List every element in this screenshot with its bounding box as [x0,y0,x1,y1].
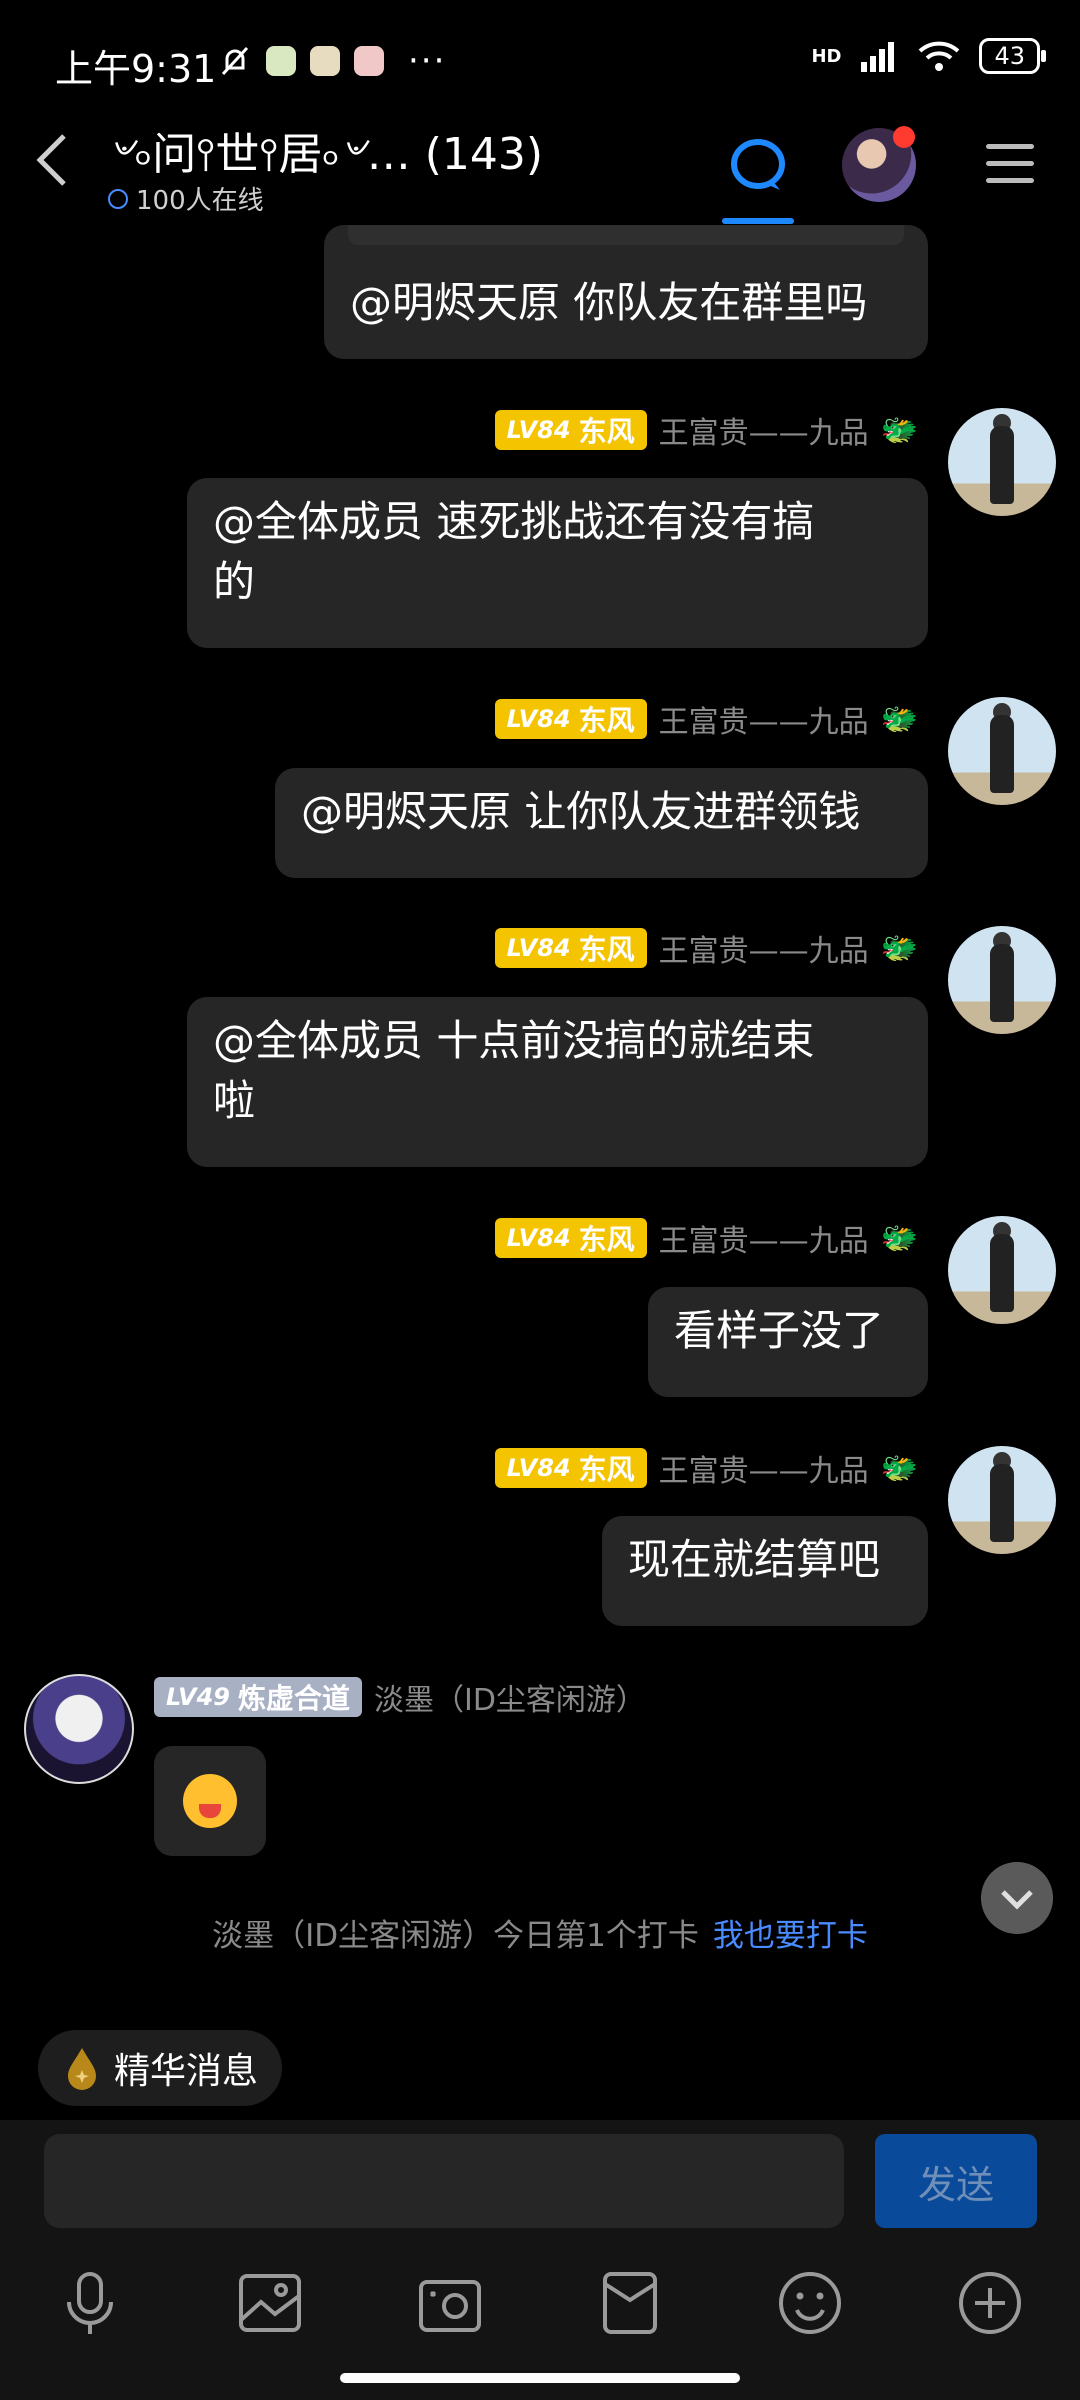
message-text-line: @全体成员 十点前没搞的就结束 [213,1016,815,1065]
sender-meta: LV49 炼虚合道 淡墨（ID尘客闲游） [154,1675,646,1719]
level-badge: LV49 炼虚合道 [154,1677,362,1717]
sender-avatar[interactable] [24,1674,134,1784]
dragon-badge-icon: 🐲 [880,412,918,448]
chat-tab-icon[interactable] [722,130,794,220]
emoji-icon[interactable] [775,2268,845,2338]
dragon-badge-icon: 🐲 [880,1220,918,1256]
message-text-line: @全体成员 速死挑战还有没有搞 [213,497,815,546]
drop-icon [68,2048,96,2090]
online-label: 100人在线 [136,186,264,216]
level-badge: LV84 东风 [494,1218,647,1258]
red-app-icon [354,46,384,76]
battery-indicator: 43 [979,38,1046,74]
sender-name[interactable]: 淡墨（ID尘客闲游） [374,1675,646,1719]
checkin-text: 淡墨（ID尘客闲游）今日第1个打卡 [212,1918,699,1954]
level-number: LV84 [506,1454,571,1482]
status-right: HD 43 [811,38,1046,74]
sender-avatar[interactable] [948,1216,1056,1324]
level-badge: LV84 东风 [494,699,647,739]
game-app-icon [310,46,340,76]
message-bubble[interactable]: @明烬天原 让你队友进群领钱 [275,768,928,878]
camera-icon[interactable] [415,2268,485,2338]
message-text: @明烬天原 让你队友进群领钱 [301,787,861,836]
message-input[interactable] [44,2134,844,2228]
network-label: HD [811,45,842,67]
level-title: 东风 [578,1223,635,1256]
digest-label: 精华消息 [114,2051,259,2092]
level-number: LV84 [506,416,571,444]
sender-meta: LV84 东风 王富贵——九品 🐲 [494,408,918,452]
sender-meta: LV84 东风 王富贵——九品 🐲 [494,697,918,741]
message-text-line: 啦 [213,1076,256,1125]
message-bubble[interactable]: 现在就结算吧 [602,1516,928,1626]
sender-avatar[interactable] [948,926,1056,1034]
checkin-notice: 淡墨（ID尘客闲游）今日第1个打卡 我也要打卡 [0,1910,1080,1955]
message-bubble[interactable]: @明烬天原 你队友在群里吗 [324,225,928,359]
sender-name[interactable]: 王富贵——九品 [659,408,869,452]
online-icon [108,188,128,209]
sender-name[interactable]: 王富贵——九品 [659,1216,869,1260]
level-title: 东风 [578,415,635,448]
sender-avatar[interactable] [948,408,1056,516]
wifi-icon [919,41,960,71]
message-text: @明烬天原 你队友在群里吗 [350,278,868,327]
sender-name[interactable]: 王富贵——九品 [659,1446,869,1490]
dragon-badge-icon: 🐲 [880,1450,918,1486]
message-bubble[interactable]: @全体成员 速死挑战还有没有搞 的 [187,478,928,648]
level-title: 东风 [578,933,635,966]
level-number: LV84 [506,705,571,733]
signal-icon [861,42,895,72]
image-icon[interactable] [235,2268,305,2338]
message-text: 现在就结算吧 [628,1535,881,1584]
dragon-badge-icon: 🐲 [880,930,918,966]
message-bubble[interactable]: 看样子没了 [648,1287,928,1397]
red-packet-icon[interactable] [595,2268,665,2338]
more-notifications-icon: ··· [408,41,447,81]
microphone-icon[interactable] [55,2268,125,2338]
reply-quote [348,225,904,245]
level-title: 东风 [578,1453,635,1486]
add-more-icon[interactable] [955,2268,1025,2338]
level-number: LV84 [506,1224,571,1252]
status-notification-icons: ··· [218,44,446,78]
menu-icon[interactable] [986,144,1034,184]
checkin-link[interactable]: 我也要打卡 [713,1918,868,1954]
mute-bell-icon [221,46,249,76]
message-text-line: 的 [213,557,256,606]
level-number: LV84 [506,934,571,962]
level-badge: LV84 东风 [494,928,647,968]
notification-badge [893,126,915,148]
online-count: 100人在线 [108,180,264,217]
dragon-badge-icon: 🐲 [880,701,918,737]
message-text: 看样子没了 [674,1306,885,1355]
home-indicator[interactable] [340,2373,740,2383]
sender-name[interactable]: 王富贵——九品 [659,697,869,741]
send-button[interactable]: 发送 [875,2134,1037,2228]
level-badge: LV84 东风 [494,1448,647,1488]
level-title: 炼虚合道 [237,1682,350,1715]
chat-tab-indicator [722,218,794,224]
status-time: 上午9:31 [55,47,217,91]
sender-avatar[interactable] [948,1446,1056,1554]
sender-meta: LV84 东风 王富贵——九品 🐲 [494,1446,918,1490]
sender-name[interactable]: 王富贵——九品 [659,926,869,970]
sender-avatar[interactable] [948,697,1056,805]
calendar-app-icon [266,46,296,76]
back-arrow-icon[interactable] [32,130,72,190]
sticker-message[interactable] [154,1746,266,1856]
emoji-sticker-icon [183,1774,237,1828]
level-title: 东风 [578,704,635,737]
level-badge: LV84 东风 [494,410,647,450]
sender-meta: LV84 东风 王富贵——九品 🐲 [494,1216,918,1260]
message-bubble[interactable]: @全体成员 十点前没搞的就结束 啦 [187,997,928,1167]
level-number: LV49 [166,1683,230,1711]
scroll-down-icon[interactable] [981,1862,1053,1934]
sender-meta: LV84 东风 王富贵——九品 🐲 [494,926,918,970]
digest-button[interactable]: 精华消息 [38,2030,283,2106]
